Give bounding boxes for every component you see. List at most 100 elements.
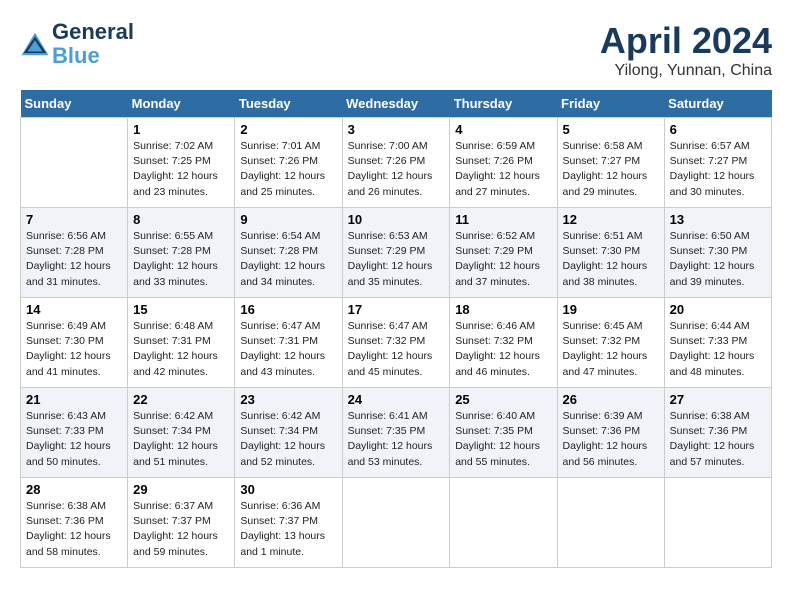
calendar-day-cell: 8Sunrise: 6:55 AM Sunset: 7:28 PM Daylig…: [128, 208, 235, 298]
day-number: 7: [26, 212, 122, 227]
day-number: 25: [455, 392, 551, 407]
calendar-week-row: 28Sunrise: 6:38 AM Sunset: 7:36 PM Dayli…: [21, 478, 772, 568]
logo: GeneralBlue: [20, 20, 134, 68]
day-number: 5: [563, 122, 659, 137]
day-number: 1: [133, 122, 229, 137]
weekday-header-cell: Thursday: [450, 90, 557, 118]
day-number: 2: [240, 122, 336, 137]
day-info: Sunrise: 6:45 AM Sunset: 7:32 PM Dayligh…: [563, 319, 659, 380]
calendar-day-cell: 16 Sunrise: 6:47 AM Sunset: 7:31 PM Dayli…: [235, 298, 342, 388]
day-info: Sunrise: 7:02 AM Sunset: 7:25 PM Dayligh…: [133, 139, 229, 200]
weekday-header-row: SundayMondayTuesdayWednesdayThursdayFrid…: [21, 90, 772, 118]
day-info: Sunrise: 6:46 AM Sunset: 7:32 PM Dayligh…: [455, 319, 551, 380]
day-number: 26: [563, 392, 659, 407]
calendar-day-cell: 12Sunrise: 6:51 AM Sunset: 7:30 PM Dayli…: [557, 208, 664, 298]
calendar-day-cell: 10 Sunrise: 6:53 AM Sunset: 7:29 PM Dayli…: [342, 208, 450, 298]
calendar-day-cell: 22 Sunrise: 6:42 AM Sunset: 7:34 PM Dayli…: [128, 388, 235, 478]
calendar-day-cell: [21, 118, 128, 208]
day-info: Sunrise: 6:37 AM Sunset: 7:37 PM Dayligh…: [133, 499, 229, 560]
logo-icon: [20, 29, 50, 59]
day-info: Sunrise: 6:42 AM Sunset: 7:34 PM Dayligh…: [240, 409, 336, 470]
day-info: Sunrise: 6:59 AM Sunset: 7:26 PM Dayligh…: [455, 139, 551, 200]
calendar-day-cell: 3 Sunrise: 7:00 AM Sunset: 7:26 PM Daylig…: [342, 118, 450, 208]
day-number: 19: [563, 302, 659, 317]
weekday-header-cell: Wednesday: [342, 90, 450, 118]
calendar-day-cell: 2 Sunrise: 7:01 AM Sunset: 7:26 PM Daylig…: [235, 118, 342, 208]
calendar-day-cell: [557, 478, 664, 568]
day-info: Sunrise: 7:00 AM Sunset: 7:26 PM Dayligh…: [348, 139, 445, 200]
calendar-day-cell: 17 Sunrise: 6:47 AM Sunset: 7:32 PM Dayli…: [342, 298, 450, 388]
day-info: Sunrise: 6:39 AM Sunset: 7:36 PM Dayligh…: [563, 409, 659, 470]
day-info: Sunrise: 6:44 AM Sunset: 7:33 PM Dayligh…: [670, 319, 766, 380]
day-info: Sunrise: 6:43 AM Sunset: 7:33 PM Dayligh…: [26, 409, 122, 470]
day-number: 13: [670, 212, 766, 227]
calendar-day-cell: 21 Sunrise: 6:43 AM Sunset: 7:33 PM Dayli…: [21, 388, 128, 478]
day-info: Sunrise: 6:47 AM Sunset: 7:32 PM Dayligh…: [348, 319, 445, 380]
calendar-day-cell: 24 Sunrise: 6:41 AM Sunset: 7:35 PM Dayli…: [342, 388, 450, 478]
day-number: 20: [670, 302, 766, 317]
day-info: Sunrise: 6:49 AM Sunset: 7:30 PM Dayligh…: [26, 319, 122, 380]
day-info: Sunrise: 6:55 AM Sunset: 7:28 PM Dayligh…: [133, 229, 229, 290]
calendar-body: 1 Sunrise: 7:02 AM Sunset: 7:25 PM Daylig…: [21, 118, 772, 568]
calendar-day-cell: 14 Sunrise: 6:49 AM Sunset: 7:30 PM Dayli…: [21, 298, 128, 388]
day-number: 27: [670, 392, 766, 407]
calendar-day-cell: [342, 478, 450, 568]
day-number: 3: [348, 122, 445, 137]
calendar-day-cell: 18 Sunrise: 6:46 AM Sunset: 7:32 PM Dayli…: [450, 298, 557, 388]
day-number: 6: [670, 122, 766, 137]
calendar-week-row: 14 Sunrise: 6:49 AM Sunset: 7:30 PM Dayli…: [21, 298, 772, 388]
day-number: 11: [455, 212, 551, 227]
day-number: 22: [133, 392, 229, 407]
day-info: Sunrise: 6:57 AM Sunset: 7:27 PM Dayligh…: [670, 139, 766, 200]
header: GeneralBlue April 2024 Yilong, Yunnan, C…: [20, 20, 772, 80]
location-subtitle: Yilong, Yunnan, China: [600, 62, 772, 80]
day-number: 17: [348, 302, 445, 317]
day-info: Sunrise: 6:52 AM Sunset: 7:29 PM Dayligh…: [455, 229, 551, 290]
calendar-day-cell: 15 Sunrise: 6:48 AM Sunset: 7:31 PM Dayli…: [128, 298, 235, 388]
calendar-day-cell: 6 Sunrise: 6:57 AM Sunset: 7:27 PM Daylig…: [664, 118, 771, 208]
day-info: Sunrise: 6:53 AM Sunset: 7:29 PM Dayligh…: [348, 229, 445, 290]
day-info: Sunrise: 6:40 AM Sunset: 7:35 PM Dayligh…: [455, 409, 551, 470]
day-info: Sunrise: 6:56 AM Sunset: 7:28 PM Dayligh…: [26, 229, 122, 290]
calendar-day-cell: 20 Sunrise: 6:44 AM Sunset: 7:33 PM Dayli…: [664, 298, 771, 388]
day-info: Sunrise: 6:50 AM Sunset: 7:30 PM Dayligh…: [670, 229, 766, 290]
calendar-day-cell: [450, 478, 557, 568]
calendar-day-cell: 27Sunrise: 6:38 AM Sunset: 7:36 PM Dayli…: [664, 388, 771, 478]
day-number: 9: [240, 212, 336, 227]
weekday-header-cell: Friday: [557, 90, 664, 118]
calendar-week-row: 7 Sunrise: 6:56 AM Sunset: 7:28 PM Daylig…: [21, 208, 772, 298]
calendar-day-cell: 5 Sunrise: 6:58 AM Sunset: 7:27 PM Daylig…: [557, 118, 664, 208]
calendar-week-row: 21 Sunrise: 6:43 AM Sunset: 7:33 PM Dayli…: [21, 388, 772, 478]
day-number: 29: [133, 482, 229, 497]
calendar-week-row: 1 Sunrise: 7:02 AM Sunset: 7:25 PM Daylig…: [21, 118, 772, 208]
day-number: 18: [455, 302, 551, 317]
calendar-day-cell: 30Sunrise: 6:36 AM Sunset: 7:37 PM Dayli…: [235, 478, 342, 568]
day-info: Sunrise: 7:01 AM Sunset: 7:26 PM Dayligh…: [240, 139, 336, 200]
day-info: Sunrise: 6:54 AM Sunset: 7:28 PM Dayligh…: [240, 229, 336, 290]
calendar-day-cell: 7 Sunrise: 6:56 AM Sunset: 7:28 PM Daylig…: [21, 208, 128, 298]
day-number: 23: [240, 392, 336, 407]
day-number: 14: [26, 302, 122, 317]
day-number: 10: [348, 212, 445, 227]
day-info: Sunrise: 6:41 AM Sunset: 7:35 PM Dayligh…: [348, 409, 445, 470]
calendar-day-cell: 13 Sunrise: 6:50 AM Sunset: 7:30 PM Dayli…: [664, 208, 771, 298]
day-number: 15: [133, 302, 229, 317]
logo-text: GeneralBlue: [52, 20, 134, 68]
weekday-header-cell: Monday: [128, 90, 235, 118]
day-info: Sunrise: 6:42 AM Sunset: 7:34 PM Dayligh…: [133, 409, 229, 470]
calendar-day-cell: 29 Sunrise: 6:37 AM Sunset: 7:37 PM Dayli…: [128, 478, 235, 568]
day-number: 12: [563, 212, 659, 227]
day-number: 21: [26, 392, 122, 407]
day-info: Sunrise: 6:38 AM Sunset: 7:36 PM Dayligh…: [26, 499, 122, 560]
weekday-header-cell: Tuesday: [235, 90, 342, 118]
day-number: 4: [455, 122, 551, 137]
calendar-day-cell: 28Sunrise: 6:38 AM Sunset: 7:36 PM Dayli…: [21, 478, 128, 568]
calendar-table: SundayMondayTuesdayWednesdayThursdayFrid…: [20, 90, 772, 568]
day-number: 24: [348, 392, 445, 407]
day-info: Sunrise: 6:36 AM Sunset: 7:37 PM Dayligh…: [240, 499, 336, 560]
day-info: Sunrise: 6:48 AM Sunset: 7:31 PM Dayligh…: [133, 319, 229, 380]
calendar-day-cell: 26 Sunrise: 6:39 AM Sunset: 7:36 PM Dayli…: [557, 388, 664, 478]
day-number: 16: [240, 302, 336, 317]
day-info: Sunrise: 6:58 AM Sunset: 7:27 PM Dayligh…: [563, 139, 659, 200]
day-info: Sunrise: 6:47 AM Sunset: 7:31 PM Dayligh…: [240, 319, 336, 380]
